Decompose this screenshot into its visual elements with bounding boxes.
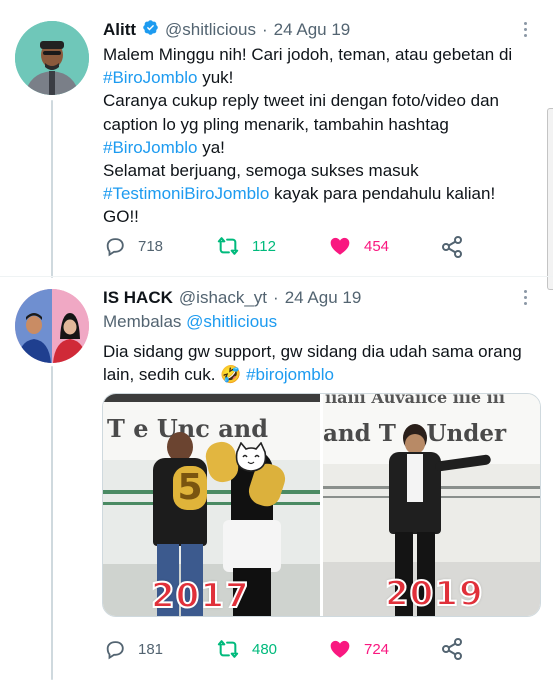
face-sticker-icon — [233, 441, 269, 472]
text-line: Malem Minggu nih! Cari jodoh, teman, ata… — [103, 45, 513, 64]
banner-text-top: iiaiii Auvaiice iiie iii — [325, 394, 505, 407]
retweet-button[interactable]: 480 — [216, 638, 277, 660]
text-line: #BiroJomblo yuk! — [103, 68, 234, 88]
tweet2-text: Dia sidang gw support, gw sidang dia uda… — [103, 340, 522, 386]
like-count: 454 — [364, 237, 390, 255]
reply-icon — [104, 235, 126, 257]
verified-icon — [142, 19, 159, 41]
share-button[interactable] — [440, 235, 464, 259]
tweet1-text: Malem Minggu nih! Cari jodoh, teman, ata… — [103, 43, 512, 229]
text-line: GO!! — [103, 207, 139, 227]
share-icon — [440, 637, 464, 661]
hashtag-link[interactable]: #birojomblo — [246, 365, 334, 384]
tweet2-header: IS HACK @ishack_yt · 24 Agu 19 — [103, 287, 361, 309]
text-line: Selamat berjuang, semoga sukses masuk — [103, 161, 419, 181]
like-icon — [328, 235, 352, 257]
retweet-button[interactable]: 112 — [216, 235, 276, 257]
thread-line-bottom — [51, 366, 53, 680]
hashtag-link[interactable]: #BiroJomblo — [103, 68, 198, 87]
replying-to: Membalas @shitlicious — [103, 312, 278, 331]
like-icon — [328, 638, 352, 660]
avatar[interactable] — [15, 289, 89, 363]
tweet1-header: Alitt @shitlicious · 24 Agu 19 — [103, 19, 350, 41]
like-button[interactable]: 454 — [328, 235, 389, 257]
reply-button[interactable]: 718 — [104, 235, 163, 257]
author-name[interactable]: IS HACK — [103, 288, 173, 308]
like-count: 724 — [364, 640, 390, 658]
share-icon — [440, 235, 464, 259]
text-line: caption lo yg pling menarik, tambahin ha… — [103, 114, 449, 134]
avatar[interactable] — [15, 21, 89, 95]
year-caption: 2019 — [384, 573, 484, 615]
reply-count: 181 — [138, 640, 164, 658]
more-icon[interactable] — [524, 22, 528, 40]
replying-to-link[interactable]: @shitlicious — [186, 312, 277, 331]
tweet-media[interactable]: T e Unc and 5 2017 iiaiii Auvaiice iiie — [102, 393, 541, 617]
author-handle[interactable]: @shitlicious — [165, 20, 256, 40]
text-line: Caranya cukup reply tweet ini dengan fot… — [103, 91, 499, 111]
divider — [0, 276, 553, 277]
wall-band — [103, 394, 320, 402]
text-line: #BiroJomblo ya! — [103, 137, 225, 157]
scrollbar[interactable] — [547, 108, 553, 290]
retweet-count: 112 — [252, 237, 276, 255]
hashtag-link[interactable]: #TestimoniBiroJomblo — [103, 184, 269, 203]
like-button[interactable]: 724 — [328, 638, 389, 660]
tweet-date[interactable]: 24 Agu 19 — [274, 20, 351, 40]
more-icon[interactable] — [524, 290, 528, 308]
text-line: #TestimoniBiroJomblo kayak para pendahul… — [103, 184, 496, 204]
photo-right[interactable]: iiaiii Auvaiice iiie iii and T e Under 2… — [323, 394, 540, 616]
year-caption: 2017 — [150, 575, 250, 616]
laughing-emoji: 🤣 — [220, 365, 242, 385]
tweet-date[interactable]: 24 Agu 19 — [285, 288, 362, 308]
retweet-icon — [216, 638, 240, 660]
text-line: Dia sidang gw support, gw sidang dia uda… — [103, 342, 522, 361]
photo-left[interactable]: T e Unc and 5 2017 — [103, 394, 320, 616]
reply-icon — [104, 638, 126, 660]
author-name[interactable]: Alitt — [103, 20, 136, 40]
balloon: 5 — [173, 466, 207, 510]
hashtag-link[interactable]: #BiroJomblo — [103, 138, 198, 157]
reply-button[interactable]: 181 — [104, 638, 163, 660]
reply-count: 718 — [138, 237, 164, 255]
text-line: lain, sedih cuk. 🤣 #birojomblo — [103, 365, 334, 385]
thread-line-top — [51, 100, 53, 278]
author-handle[interactable]: @ishack_yt — [179, 288, 267, 308]
separator-dot: · — [273, 288, 279, 307]
separator-dot: · — [262, 20, 268, 39]
share-button[interactable] — [440, 637, 464, 661]
retweet-icon — [216, 235, 240, 257]
retweet-count: 480 — [252, 640, 278, 658]
